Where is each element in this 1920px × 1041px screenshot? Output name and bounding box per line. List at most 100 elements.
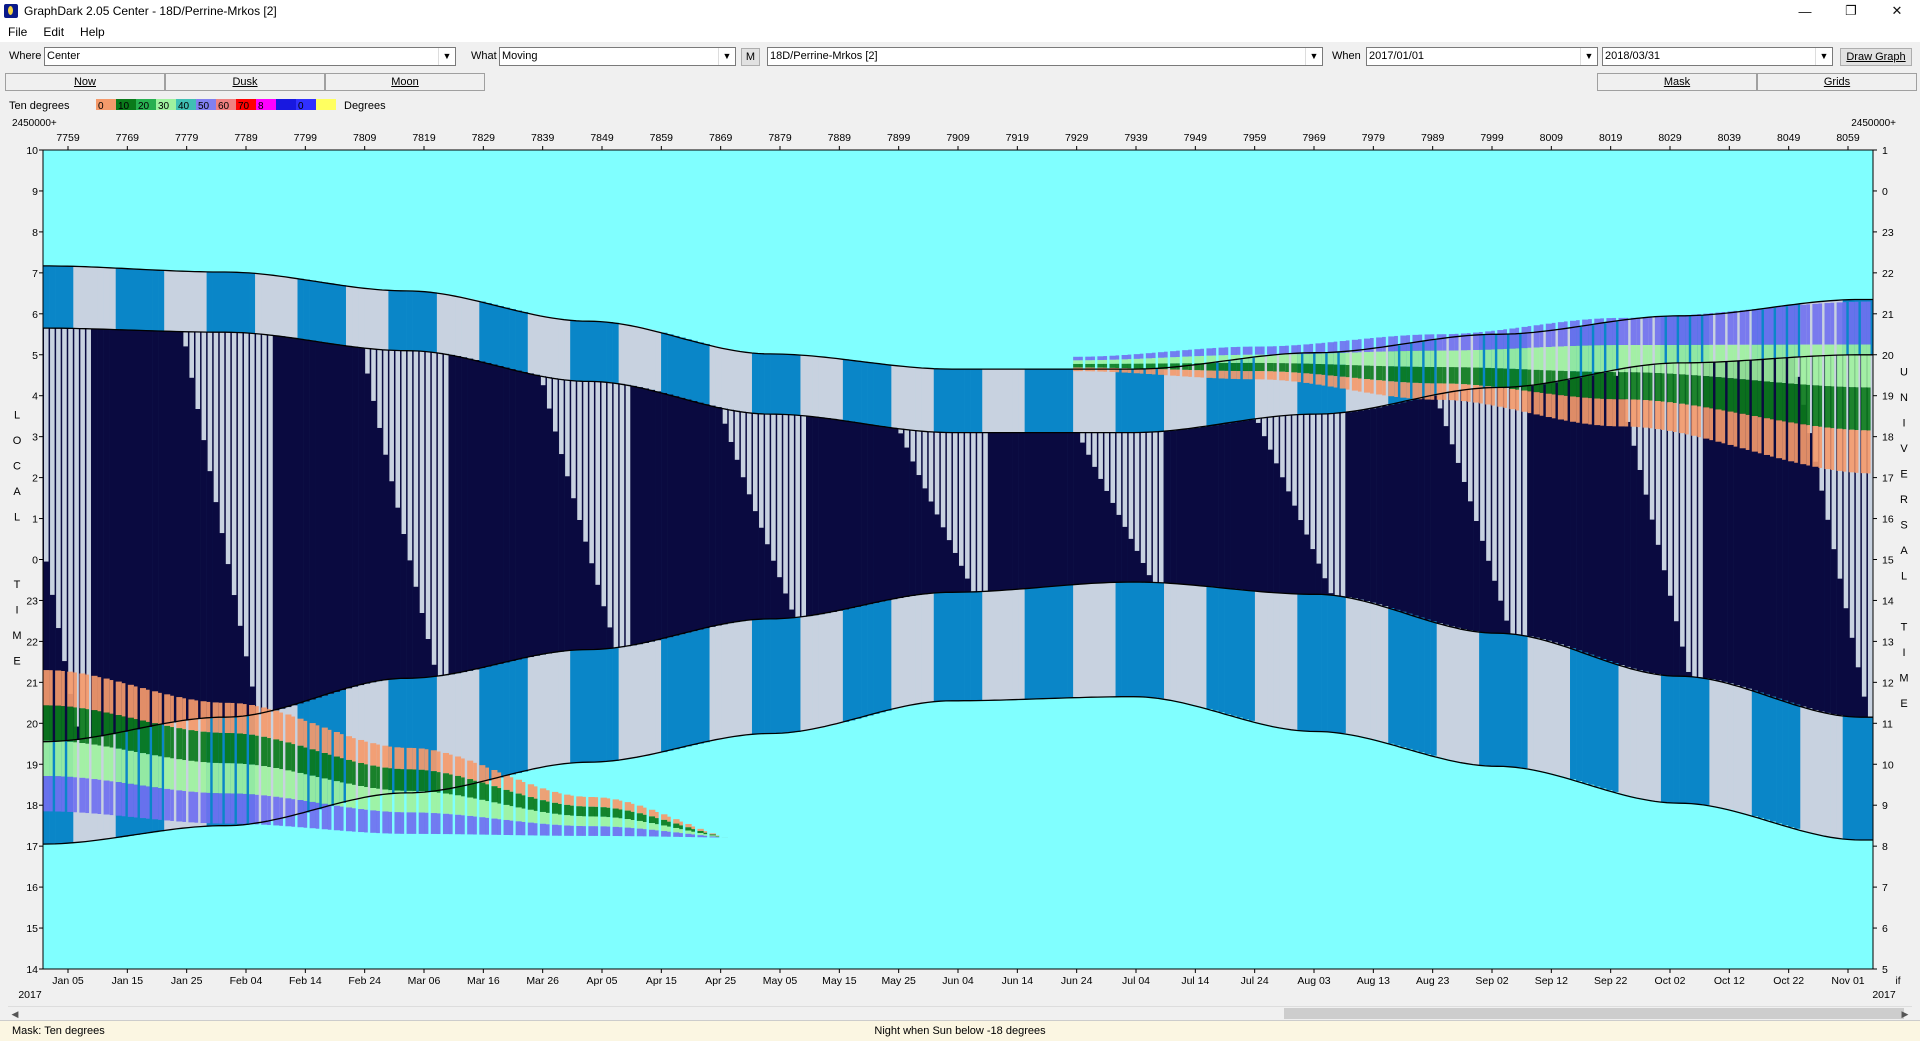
dawn-twilight-bar [746, 352, 752, 412]
dusk-twilight-bar [1297, 594, 1303, 731]
jd-tick-label: 7789 [234, 132, 258, 144]
object-altitude-bar [207, 732, 211, 762]
dawn-twilight-bar [752, 353, 758, 413]
object-altitude-bar [1673, 403, 1677, 432]
chevron-down-icon[interactable]: ▼ [438, 48, 455, 65]
object-altitude-bar [1297, 364, 1301, 373]
moonlit-bar [232, 332, 237, 595]
tab-grids[interactable]: Grids [1757, 73, 1917, 91]
draw-graph-button[interactable]: Draw Graph [1840, 48, 1912, 66]
object-altitude-bar [1225, 371, 1229, 379]
object-altitude-bar [461, 796, 465, 815]
object-altitude-bar [1273, 346, 1277, 354]
ut-tick-label: 1 [1882, 145, 1888, 157]
moonlit-bar [244, 333, 249, 657]
date-tick-label: Apr 15 [646, 975, 677, 987]
end-date-select[interactable]: 2018/03/31 ▼ [1602, 47, 1833, 66]
start-date-select[interactable]: 2017/01/01 ▼ [1366, 47, 1598, 66]
dark-night-bar [643, 388, 649, 643]
object-altitude-bar [1188, 363, 1192, 370]
object-altitude-bar [1213, 363, 1217, 371]
chevron-down-icon[interactable]: ▼ [1815, 48, 1832, 65]
object-altitude-bar [1425, 351, 1431, 367]
dusk-twilight-bar [1261, 592, 1267, 724]
moonlit-bar [789, 415, 794, 610]
object-altitude-bar [1279, 363, 1285, 372]
object-altitude-bar [1818, 345, 1822, 386]
where-value: Center [47, 50, 80, 62]
object-altitude-bar [437, 793, 441, 814]
chevron-down-icon[interactable]: ▼ [1305, 48, 1322, 65]
dawn-twilight-bar [643, 328, 649, 388]
tab-now[interactable]: Now [5, 73, 165, 91]
object-altitude-bar [1782, 421, 1786, 459]
object-altitude-bar [1122, 355, 1128, 359]
moonlit-bar [226, 332, 231, 564]
object-altitude-bar [1715, 313, 1721, 345]
menu-file[interactable]: File [0, 25, 35, 39]
object-altitude-bar [98, 677, 102, 711]
object-altitude-bar [582, 816, 586, 826]
dusk-twilight-bar [1431, 621, 1437, 755]
ut-tick-label: 11 [1882, 718, 1893, 730]
moonlit-bar [395, 350, 400, 507]
object-altitude-bar [1176, 370, 1180, 376]
object-altitude-bar [1364, 366, 1370, 379]
object-altitude-bar [1079, 364, 1083, 368]
tab-moon[interactable]: Moon [325, 73, 485, 91]
ut-tick-label: 8 [1882, 841, 1888, 853]
scroll-right-icon[interactable]: ▶ [1898, 1007, 1912, 1021]
object-altitude-bar [1243, 363, 1249, 371]
tab-mask[interactable]: Mask [1597, 73, 1757, 91]
object-altitude-bar [243, 764, 247, 794]
dusk-twilight-bar [970, 592, 976, 701]
object-altitude-bar [1449, 351, 1455, 368]
minimize-button[interactable]: — [1782, 0, 1828, 22]
scroll-thumb[interactable] [1284, 1008, 1904, 1019]
object-altitude-bar [1279, 372, 1285, 381]
dark-night-bar [279, 336, 285, 709]
object-altitude-bar [79, 743, 85, 778]
object-altitude-bar [285, 715, 291, 743]
dusk-twilight-bar [1237, 589, 1243, 717]
object-altitude-bar [49, 670, 53, 705]
close-button[interactable]: ✕ [1874, 0, 1920, 22]
object-altitude-bar [540, 824, 546, 836]
menu-help[interactable]: Help [72, 25, 113, 39]
m-button[interactable]: M [741, 48, 760, 66]
object-altitude-bar [710, 836, 716, 837]
dawn-twilight-bar [1109, 369, 1115, 432]
dusk-twilight-bar [697, 630, 703, 744]
dawn-twilight-bar [600, 322, 606, 382]
tab-dusk[interactable]: Dusk [165, 73, 325, 91]
object-select[interactable]: 18D/Perrine-Mrkos [2] ▼ [767, 47, 1323, 66]
object-altitude-bar [473, 799, 477, 817]
tab-moon-label: Moon [391, 76, 419, 88]
object-altitude-bar [334, 806, 340, 831]
menu-edit[interactable]: Edit [35, 25, 72, 39]
object-altitude-bar [1406, 383, 1410, 399]
dusk-twilight-bar [1346, 597, 1352, 734]
chevron-down-icon[interactable]: ▼ [1580, 48, 1597, 65]
what-select[interactable]: Moving ▼ [499, 47, 736, 66]
object-altitude-bar [431, 813, 437, 834]
object-altitude-bar [225, 763, 231, 793]
chevron-down-icon[interactable]: ▼ [718, 48, 735, 65]
object-altitude-bar [407, 769, 413, 790]
object-altitude-bar [600, 798, 606, 808]
object-altitude-bar [1376, 337, 1382, 351]
dusk-twilight-bar [528, 657, 534, 770]
dark-night-bar [516, 371, 522, 660]
restore-button[interactable]: ❐ [1828, 0, 1874, 22]
dark-night-bar [1534, 385, 1540, 638]
dawn-twilight-bar [334, 284, 340, 344]
dawn-twilight-bar [582, 321, 588, 381]
horizontal-scrollbar[interactable]: ◀ ▶ [8, 1006, 1912, 1021]
object-altitude-bar [1849, 387, 1855, 430]
scroll-left-icon[interactable]: ◀ [8, 1007, 22, 1021]
where-select[interactable]: Center ▼ [44, 47, 456, 66]
object-altitude-bar [394, 747, 400, 769]
object-altitude-bar [61, 706, 65, 741]
dusk-twilight-bar [1122, 582, 1128, 697]
object-altitude-bar [1649, 401, 1653, 429]
